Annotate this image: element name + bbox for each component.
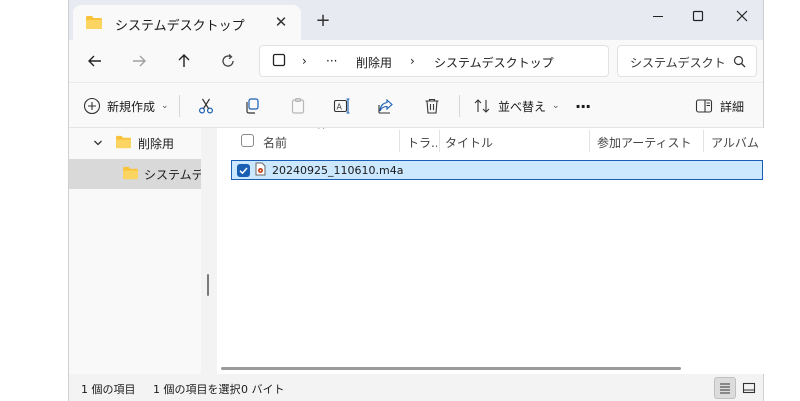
chevron-right-icon: › xyxy=(302,54,307,68)
forward-button[interactable] xyxy=(127,50,151,72)
sort-ascending-icon: ^ xyxy=(317,128,326,136)
file-explorer-window: システムデスクトップ ✕ + › ··· 削除用 › システムデスクトップ シス… xyxy=(68,0,764,401)
select-all-checkbox[interactable] xyxy=(241,134,254,147)
paste-button[interactable] xyxy=(289,95,307,117)
sort-button-label: 並べ替え xyxy=(498,99,547,114)
trash-icon xyxy=(425,98,439,114)
tiles-view-icon xyxy=(742,382,756,394)
paste-icon xyxy=(291,97,305,114)
chevron-right-icon: › xyxy=(410,54,415,68)
column-header-name[interactable]: 名前 xyxy=(263,134,287,151)
tab-label: システムデスクトップ xyxy=(115,19,245,34)
copy-button[interactable] xyxy=(243,95,261,117)
file-list: 名前 ^ トラ... タイトル 参加アーティスト アルバム 20240925_1… xyxy=(217,128,764,374)
list-view-icon xyxy=(720,383,730,394)
rename-button[interactable]: A xyxy=(333,95,351,117)
tab-close-icon[interactable]: ✕ xyxy=(271,12,291,32)
details-pane-button[interactable]: 詳細 xyxy=(695,95,744,117)
arrow-left-icon xyxy=(88,55,101,67)
plus-circle-icon xyxy=(83,97,101,115)
details-pane-icon xyxy=(695,99,713,113)
breadcrumb-system-desktop[interactable]: システムデスクトップ xyxy=(434,54,554,71)
folder-icon xyxy=(115,135,132,152)
share-button[interactable] xyxy=(377,95,395,117)
chevron-down-icon[interactable] xyxy=(93,137,103,150)
new-button-label: 新規作成 xyxy=(107,99,156,114)
table-row[interactable]: 20240925_110610.m4a xyxy=(231,160,763,180)
more-options-button[interactable]: ··· xyxy=(575,95,591,117)
tab-system-desktop[interactable]: システムデスクトップ ✕ xyxy=(73,5,301,40)
sort-button[interactable]: 並べ替え ⌄ xyxy=(473,95,560,117)
checkmark-icon xyxy=(239,167,248,174)
nav-item-system-desktop[interactable]: システムデスクトップ xyxy=(69,159,201,189)
minimize-button[interactable] xyxy=(643,6,673,26)
selection-count: 1 個の項目を選択 xyxy=(153,383,241,396)
toolbar-divider xyxy=(179,95,180,117)
address-row: › ··· 削除用 › システムデスクトップ システムデスクト xyxy=(69,40,763,82)
arrow-right-icon xyxy=(133,55,146,67)
rename-icon: A xyxy=(333,98,350,114)
back-button[interactable] xyxy=(83,50,107,72)
scissors-icon xyxy=(198,98,214,114)
title-bar: システムデスクトップ ✕ + xyxy=(69,0,763,40)
column-divider[interactable] xyxy=(439,130,440,152)
this-pc-icon[interactable] xyxy=(272,53,286,70)
close-icon xyxy=(736,10,748,22)
column-header-track[interactable]: トラ... xyxy=(407,134,437,151)
pane-splitter[interactable] xyxy=(201,128,217,374)
svg-text:A: A xyxy=(337,103,343,112)
column-header-contributing-artists[interactable]: 参加アーティスト xyxy=(597,134,692,151)
breadcrumb-overflow[interactable]: ··· xyxy=(326,54,337,68)
sort-icon xyxy=(474,99,490,113)
details-view-button[interactable] xyxy=(714,377,736,399)
address-bar[interactable]: › ··· 削除用 › システムデスクトップ xyxy=(259,45,609,77)
details-button-label: 詳細 xyxy=(720,99,745,114)
chevron-down-icon: ⌄ xyxy=(552,101,560,111)
nav-item-label: 削除用 xyxy=(138,136,175,151)
folder-icon xyxy=(85,15,103,33)
column-divider[interactable] xyxy=(589,130,590,152)
navigation-pane: 削除用 システムデスクトップ xyxy=(69,128,201,374)
column-header-title[interactable]: タイトル xyxy=(445,134,493,151)
row-checkbox[interactable] xyxy=(237,163,250,177)
cut-button[interactable] xyxy=(197,95,215,117)
share-icon xyxy=(378,98,393,114)
maximize-icon xyxy=(692,10,704,22)
column-header-album[interactable]: アルバム xyxy=(711,134,759,151)
nav-item-deleted[interactable]: 削除用 xyxy=(69,128,201,158)
up-button[interactable] xyxy=(172,50,196,72)
item-count: 1 個の項目 xyxy=(81,383,136,396)
selection-size: 0 バイト xyxy=(241,383,285,396)
arrow-up-icon xyxy=(178,54,190,67)
new-button[interactable]: 新規作成 ⌄ xyxy=(83,95,169,117)
refresh-button[interactable] xyxy=(216,50,240,72)
audio-file-icon xyxy=(255,162,266,179)
toolbar-divider xyxy=(459,95,460,117)
search-icon xyxy=(733,55,746,71)
delete-button[interactable] xyxy=(423,95,441,117)
column-header-row: 名前 ^ トラ... タイトル 参加アーティスト アルバム xyxy=(217,128,764,154)
search-placeholder: システムデスクト xyxy=(630,56,726,70)
folder-icon xyxy=(122,166,139,183)
new-tab-button[interactable]: + xyxy=(311,9,335,33)
column-divider[interactable] xyxy=(399,130,400,152)
refresh-icon xyxy=(222,54,234,67)
search-input[interactable]: システムデスクト xyxy=(617,45,757,77)
file-name: 20240925_110610.m4a xyxy=(272,163,404,177)
status-bar: 1 個の項目 1 個の項目を選択 0 バイト xyxy=(69,374,763,401)
nav-item-label: システムデスクトップ xyxy=(144,167,201,182)
horizontal-scrollbar[interactable] xyxy=(221,367,681,370)
breadcrumb-deleted[interactable]: 削除用 xyxy=(356,54,392,71)
command-bar: 新規作成 ⌄ A 並べ替え ⌄ ··· 詳細 xyxy=(69,82,763,128)
column-divider[interactable] xyxy=(703,130,704,152)
close-window-button[interactable] xyxy=(727,6,757,26)
splitter-grip[interactable] xyxy=(207,274,209,296)
chevron-down-icon: ⌄ xyxy=(161,101,169,111)
minimize-icon xyxy=(653,16,663,17)
tiles-view-button[interactable] xyxy=(738,377,760,399)
maximize-button[interactable] xyxy=(683,6,713,26)
copy-icon xyxy=(246,98,259,114)
